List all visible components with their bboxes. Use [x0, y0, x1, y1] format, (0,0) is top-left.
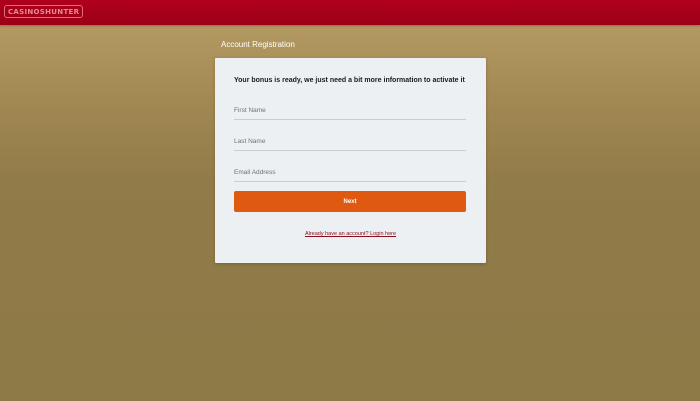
first-name-input[interactable]	[234, 103, 466, 117]
last-name-field	[234, 134, 466, 151]
page-title: Account Registration	[221, 40, 295, 49]
email-input[interactable]	[234, 165, 466, 179]
registration-card: Your bonus is ready, we just need a bit …	[215, 58, 486, 263]
next-button[interactable]: Next	[234, 191, 466, 212]
casinoshunter-logo[interactable]: CASINOSHUNTER	[4, 5, 84, 18]
email-field	[234, 165, 466, 182]
top-header-bar: CASINOSHUNTER	[0, 0, 700, 25]
bonus-heading: Your bonus is ready, we just need a bit …	[234, 77, 465, 84]
first-name-field	[234, 103, 466, 120]
login-link[interactable]: Already have an account? Login here	[215, 230, 486, 238]
last-name-input[interactable]	[234, 134, 466, 148]
